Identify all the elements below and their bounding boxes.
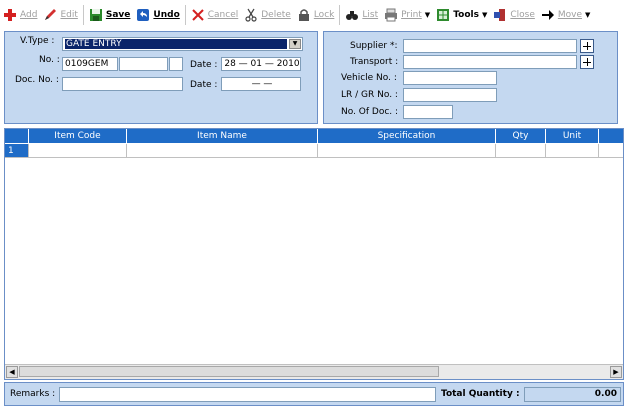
voucher-panel: V.Type : GATE ENTRY ▼ No. : 0109GEM Date…: [4, 31, 318, 124]
chevron-down-icon: ▼: [481, 10, 488, 19]
add-transport-button[interactable]: [580, 55, 594, 69]
move-button[interactable]: Move ▼: [538, 4, 594, 26]
delete-label: Delete: [261, 9, 291, 20]
add-button[interactable]: Add: [0, 4, 40, 26]
add-icon: [3, 8, 17, 22]
horizontal-scrollbar[interactable]: ◀ ▶: [5, 364, 623, 379]
tools-label: Tools: [453, 9, 479, 20]
grid-header-unit[interactable]: Unit: [546, 129, 599, 143]
cell-unit[interactable]: [546, 144, 599, 158]
cancel-x-icon: [191, 8, 205, 22]
grid-header: Item Code Item Name Specification Qty Un…: [5, 129, 623, 143]
chevron-down-icon: ▼: [424, 10, 431, 19]
scroll-left-icon[interactable]: ◀: [6, 366, 18, 378]
edit-label: Edit: [60, 9, 78, 20]
exit-door-icon: [493, 8, 507, 22]
doc-date-field[interactable]: — —: [221, 77, 301, 91]
printer-icon: [384, 8, 398, 22]
chevron-down-icon: ▼: [585, 10, 591, 19]
floppy-disk-icon: [89, 8, 103, 22]
grid-header-index: [5, 129, 29, 143]
table-row[interactable]: 1: [5, 144, 623, 158]
add-supplier-button[interactable]: [580, 39, 594, 53]
toolbar: Add Edit Save Undo Cancel Delete Lock Li…: [0, 0, 634, 29]
grid-header-extra: [599, 129, 623, 143]
print-button[interactable]: Print ▼: [381, 4, 433, 26]
tools-button[interactable]: Tools ▼: [433, 4, 490, 26]
vtype-select[interactable]: GATE ENTRY ▼: [62, 37, 303, 51]
list-label: List: [362, 9, 379, 20]
grid-header-item-code[interactable]: Item Code: [29, 129, 127, 143]
nodoc-label: No. Of Doc. :: [341, 107, 399, 117]
docno-field[interactable]: [62, 77, 183, 91]
lr-gr-label: LR / GR No. :: [341, 90, 398, 100]
undo-icon: [136, 8, 150, 22]
close-button[interactable]: Close: [490, 4, 538, 26]
vehicle-field[interactable]: [403, 71, 497, 85]
total-qty-label: Total Quantity :: [441, 389, 520, 399]
lr-gr-field[interactable]: [403, 88, 497, 102]
docno-label: Doc. No. :: [15, 75, 59, 85]
footer-panel: Remarks : Total Quantity : 0.00: [4, 382, 624, 406]
close-label: Close: [510, 9, 535, 20]
spreadsheet-icon: [436, 8, 450, 22]
transport-field[interactable]: [403, 55, 577, 69]
no-label: No. :: [39, 55, 60, 65]
pencil-icon: [43, 8, 57, 22]
supplier-label: Supplier *:: [350, 41, 398, 51]
no-suffix-field[interactable]: [169, 57, 183, 71]
arrow-right-icon: [541, 8, 555, 22]
edit-button[interactable]: Edit: [40, 4, 80, 26]
vtype-label: V.Type :: [20, 36, 55, 46]
row-index: 1: [5, 144, 29, 158]
undo-button[interactable]: Undo: [133, 4, 182, 26]
lock-label: Lock: [313, 9, 335, 20]
delete-button[interactable]: Delete: [241, 4, 294, 26]
print-label: Print: [401, 9, 422, 20]
vehicle-label: Vehicle No. :: [341, 73, 397, 83]
list-button[interactable]: List: [342, 4, 381, 26]
scissors-icon: [244, 8, 258, 22]
remarks-field[interactable]: [59, 387, 436, 402]
grid-header-qty[interactable]: Qty: [496, 129, 546, 143]
save-label: Save: [105, 9, 131, 20]
move-label: Move: [557, 9, 583, 20]
chevron-down-icon[interactable]: ▼: [289, 39, 301, 49]
no-prefix-field[interactable]: 0109GEM: [62, 57, 118, 71]
undo-label: Undo: [153, 9, 180, 20]
grid-header-item-name[interactable]: Item Name: [127, 129, 318, 143]
save-button[interactable]: Save: [86, 4, 134, 26]
cell-qty[interactable]: [496, 144, 546, 158]
supplier-field[interactable]: [403, 39, 577, 53]
add-label: Add: [20, 9, 38, 20]
vtype-selected-value: GATE ENTRY: [65, 39, 287, 49]
date-field[interactable]: 28 — 01 — 2010: [221, 57, 301, 71]
toolbar-divider: [82, 4, 84, 25]
items-grid[interactable]: Item Code Item Name Specification Qty Un…: [4, 128, 624, 380]
cancel-label: Cancel: [207, 9, 239, 20]
nodoc-field[interactable]: [403, 105, 453, 119]
cancel-button[interactable]: Cancel: [188, 4, 242, 26]
scrollbar-thumb[interactable]: [19, 366, 439, 377]
date-label: Date :: [190, 60, 218, 70]
cell-extra[interactable]: [599, 144, 623, 158]
lock-button[interactable]: Lock: [294, 4, 338, 26]
toolbar-divider: [184, 4, 186, 25]
scroll-right-icon[interactable]: ▶: [610, 366, 622, 378]
remarks-label: Remarks :: [10, 389, 56, 399]
grid-header-specification[interactable]: Specification: [318, 129, 496, 143]
cell-item-name[interactable]: [127, 144, 318, 158]
toolbar-divider: [339, 4, 341, 25]
no-number-field[interactable]: [119, 57, 168, 71]
cell-item-code[interactable]: [29, 144, 127, 158]
supplier-panel: Supplier *: Transport : Vehicle No. : LR…: [323, 31, 618, 124]
total-qty-value: 0.00: [524, 387, 621, 402]
doc-date-label: Date :: [190, 80, 218, 90]
transport-label: Transport :: [350, 57, 399, 67]
lock-icon: [297, 8, 311, 22]
binoculars-icon: [345, 8, 359, 22]
cell-specification[interactable]: [318, 144, 496, 158]
